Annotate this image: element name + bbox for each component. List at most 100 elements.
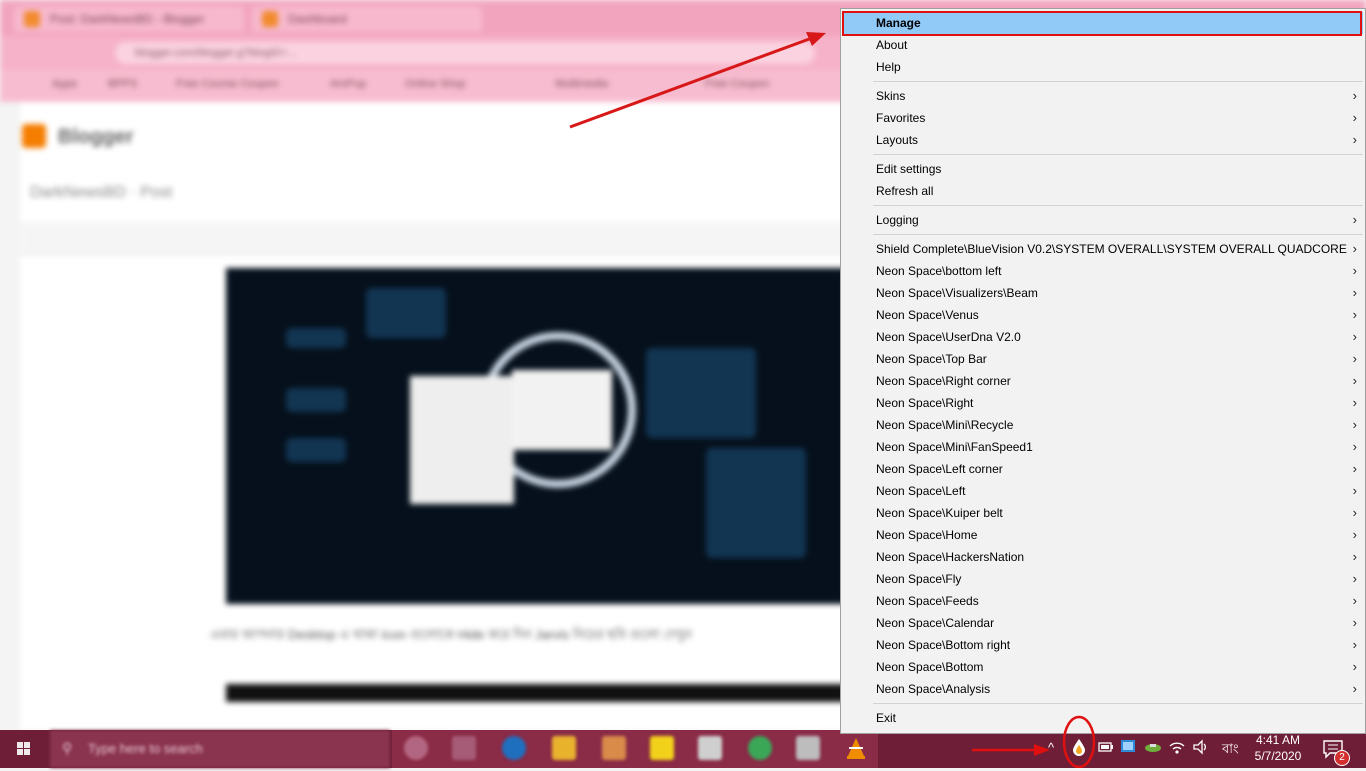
task-view-icon[interactable]	[452, 736, 476, 760]
browser-tab-dashboard[interactable]: Dashboard	[252, 6, 482, 32]
blogger-logo-icon	[22, 124, 46, 148]
menu-item-skin-config[interactable]: Neon Space\Mini\FanSpeed1 ›	[843, 436, 1363, 458]
menu-item-skin-config[interactable]: Neon Space\Venus ›	[843, 304, 1363, 326]
chevron-right-icon: ›	[1352, 88, 1357, 103]
menu-separator	[873, 205, 1363, 206]
menu-item-skins[interactable]: Skins ›	[843, 85, 1363, 107]
bookmark-item[interactable]: AmPup	[330, 78, 366, 90]
search-placeholder: Type here to search	[88, 741, 203, 756]
editor-toolbar	[20, 222, 850, 255]
menu-item-skin-config[interactable]: Neon Space\Bottom ›	[843, 656, 1363, 678]
menu-item-skin-config[interactable]: Neon Space\Bottom right ›	[843, 634, 1363, 656]
menu-item-skin-config[interactable]: Neon Space\Mini\Recycle ›	[843, 414, 1363, 436]
chevron-right-icon: ›	[1352, 659, 1357, 674]
paint-icon[interactable]	[698, 736, 722, 760]
menu-item-skin-config[interactable]: Neon Space\UserDna V2.0 ›	[843, 326, 1363, 348]
menu-item-layouts[interactable]: Layouts ›	[843, 129, 1363, 151]
cortana-icon[interactable]	[404, 736, 428, 760]
bookmark-item[interactable]: Apps	[52, 78, 77, 90]
bookmark-item[interactable]: Free Course Coupon	[176, 78, 279, 90]
chevron-right-icon: ›	[1352, 110, 1357, 125]
vlc-icon[interactable]	[844, 736, 868, 763]
file-explorer-icon[interactable]	[552, 736, 576, 760]
taskbar-search-box[interactable]: ⚲ Type here to search	[50, 730, 390, 768]
bookmark-item[interactable]: Online Shop	[405, 78, 466, 90]
menu-item-favorites[interactable]: Favorites ›	[843, 107, 1363, 129]
chevron-right-icon: ›	[1352, 549, 1357, 564]
network-icon[interactable]	[1120, 738, 1136, 759]
windows-taskbar: ⚲ Type here to search ^ বাং 4:41 AM 5/7/…	[0, 730, 1366, 768]
menu-item-skin-config[interactable]: Neon Space\Right ›	[843, 392, 1363, 414]
chevron-right-icon: ›	[1352, 505, 1357, 520]
device-icon[interactable]	[1144, 740, 1162, 757]
menu-item-logging[interactable]: Logging ›	[843, 209, 1363, 231]
screenshot-submenu-blur	[512, 370, 612, 450]
menu-item-skin-config[interactable]: Neon Space\Left ›	[843, 480, 1363, 502]
chevron-right-icon: ›	[1352, 307, 1357, 322]
chrome-icon[interactable]	[748, 736, 772, 760]
clock[interactable]: 4:41 AM 5/7/2020	[1250, 732, 1306, 764]
menu-item-skin-config[interactable]: Neon Space\Visualizers\Beam ›	[843, 282, 1363, 304]
menu-separator	[873, 154, 1363, 155]
cloud-icon[interactable]	[796, 736, 820, 760]
menu-item-skin-config[interactable]: Neon Space\Left corner ›	[843, 458, 1363, 480]
chevron-right-icon: ›	[1352, 527, 1357, 542]
chevron-right-icon: ›	[1352, 681, 1357, 696]
chevron-right-icon: ›	[1352, 637, 1357, 652]
volume-icon[interactable]	[1192, 739, 1210, 758]
chevron-right-icon: ›	[1352, 373, 1357, 388]
taskbar-pinned-apps	[392, 730, 878, 768]
clock-date: 5/7/2020	[1254, 749, 1302, 763]
menu-item-skin-config[interactable]: Neon Space\Feeds ›	[843, 590, 1363, 612]
rainmeter-context-menu: Manage About Help Skins › Favorites › Layo…	[840, 8, 1366, 734]
wifi-icon[interactable]	[1168, 739, 1186, 758]
windows-start-icon[interactable]	[0, 730, 48, 768]
screenshot-menu-blur	[410, 376, 514, 504]
sticky-notes-icon[interactable]	[650, 736, 674, 760]
chevron-right-icon: ›	[1352, 351, 1357, 366]
search-icon: ⚲	[62, 740, 73, 756]
blogger-favicon-icon	[262, 11, 278, 27]
clock-time: 4:41 AM	[1255, 733, 1301, 747]
browser-tab-post[interactable]: Post: DarkNewsBD - Blogger	[14, 6, 244, 32]
menu-item-exit[interactable]: Exit	[843, 707, 1363, 729]
store-icon[interactable]	[602, 736, 626, 760]
language-indicator[interactable]: বাং	[1222, 740, 1239, 761]
edge-icon[interactable]	[502, 736, 526, 760]
menu-item-skin-config[interactable]: Neon Space\HackersNation ›	[843, 546, 1363, 568]
chevron-right-icon: ›	[1352, 212, 1357, 227]
menu-item-skin-config[interactable]: Shield Complete\BlueVision V0.2\SYSTEM O…	[843, 238, 1363, 260]
menu-item-refresh-all[interactable]: Refresh all	[843, 180, 1363, 202]
show-hidden-icons-chevron[interactable]: ^	[1048, 740, 1054, 755]
menu-item-skin-config[interactable]: Neon Space\Fly ›	[843, 568, 1363, 590]
chevron-right-icon: ›	[1352, 461, 1357, 476]
menu-item-skin-config[interactable]: Neon Space\Right corner ›	[843, 370, 1363, 392]
chevron-right-icon: ›	[1352, 395, 1357, 410]
chevron-right-icon: ›	[1352, 329, 1357, 344]
menu-separator	[873, 234, 1363, 235]
post-image-strip	[226, 684, 846, 702]
chevron-right-icon: ›	[1352, 132, 1357, 147]
system-tray: ^ বাং	[1040, 730, 1270, 768]
menu-item-help[interactable]: Help	[843, 56, 1363, 78]
menu-item-skin-config[interactable]: Neon Space\Calendar ›	[843, 612, 1363, 634]
url-field[interactable]: blogger.com/blogger.g?blogID=...	[115, 42, 815, 64]
rainmeter-icon[interactable]	[1072, 738, 1086, 759]
menu-item-skin-config[interactable]: Neon Space\bottom left ›	[843, 260, 1363, 282]
menu-separator	[873, 703, 1363, 704]
bookmark-item[interactable]: Multimedia	[555, 78, 608, 90]
menu-item-skin-config[interactable]: Neon Space\Top Bar ›	[843, 348, 1363, 370]
battery-icon[interactable]	[1098, 740, 1114, 757]
bookmark-item[interactable]: Free Coupon	[705, 78, 769, 90]
menu-item-about[interactable]: About	[843, 34, 1363, 56]
blogger-favicon-icon	[24, 11, 40, 27]
menu-item-skin-config[interactable]: Neon Space\Kuiper belt ›	[843, 502, 1363, 524]
post-body-text: এবার আপনার Desktop এ থাকা Icon গুলোকে Hi…	[210, 627, 692, 642]
chevron-right-icon: ›	[1352, 615, 1357, 630]
menu-item-edit-settings[interactable]: Edit settings	[843, 158, 1363, 180]
chevron-right-icon: ›	[1352, 593, 1357, 608]
bookmark-item[interactable]: BPPS	[108, 78, 137, 90]
menu-item-skin-config[interactable]: Neon Space\Analysis ›	[843, 678, 1363, 700]
menu-item-skin-config[interactable]: Neon Space\Home ›	[843, 524, 1363, 546]
post-title: DarkNewsBD · Post	[30, 184, 173, 201]
